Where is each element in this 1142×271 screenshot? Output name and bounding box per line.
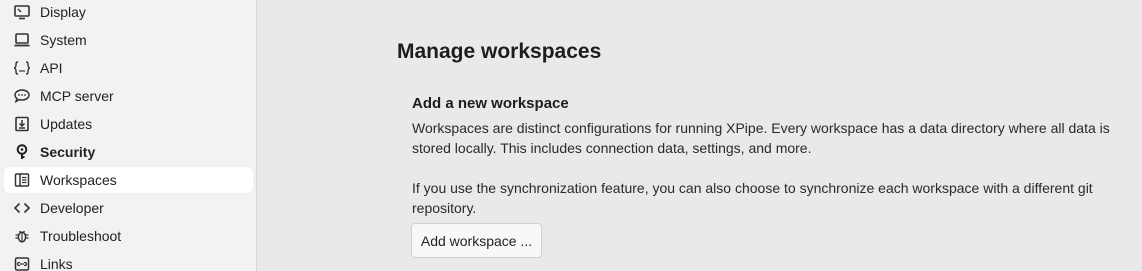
sidebar-item-label: Security — [40, 144, 96, 160]
sidebar-item-security[interactable]: Security — [4, 139, 253, 165]
sidebar-item-links[interactable]: Links — [4, 251, 253, 271]
page-title: Manage workspaces — [397, 40, 602, 63]
sync-description: If you use the synchronization feature, … — [412, 180, 1093, 216]
bug-icon — [13, 227, 31, 245]
sidebar-item-label: Links — [40, 256, 73, 271]
sidebar-item-developer[interactable]: Developer — [4, 195, 253, 221]
sidebar-item-label: Workspaces — [40, 172, 117, 188]
section-title: Add a new workspace — [412, 95, 569, 112]
download-box-icon — [13, 115, 31, 133]
sidebar-item-updates[interactable]: Updates — [4, 111, 253, 137]
sidebar-item-workspaces[interactable]: Workspaces — [4, 167, 253, 193]
link-box-icon — [13, 255, 31, 271]
book-icon — [13, 171, 31, 189]
sidebar-item-label: Updates — [40, 116, 93, 132]
sidebar-item-display[interactable]: Display — [4, 0, 253, 25]
sidebar-item-label: Developer — [40, 200, 104, 216]
sidebar-item-mcp-server[interactable]: MCP server — [4, 83, 253, 109]
add-workspace-button[interactable]: Add workspace ... — [411, 223, 542, 258]
code-brackets-icon — [13, 199, 31, 217]
sidebar-item-label: MCP server — [40, 88, 114, 104]
sidebar-item-troubleshoot[interactable]: Troubleshoot — [4, 223, 253, 249]
monitor-icon — [13, 3, 31, 21]
chat-bubble-icon — [13, 87, 31, 105]
sidebar-item-system[interactable]: System — [4, 27, 253, 53]
sidebar-item-api[interactable]: API — [4, 55, 253, 81]
settings-sidebar: Display System API MCP server Updates Se… — [0, 0, 257, 271]
section-description: Workspaces are distinct configurations f… — [412, 120, 1110, 156]
sidebar-item-label: Troubleshoot — [40, 228, 122, 244]
sidebar-item-label: API — [40, 60, 63, 76]
settings-window: Display System API MCP server Updates Se… — [0, 0, 1142, 271]
sidebar-item-label: Display — [40, 4, 86, 20]
workspaces-panel: Manage workspaces Add a new workspace Wo… — [258, 0, 1142, 271]
laptop-icon — [13, 31, 31, 49]
braces-icon — [13, 59, 31, 77]
sidebar-item-label: System — [40, 32, 87, 48]
shield-key-icon — [13, 143, 31, 161]
